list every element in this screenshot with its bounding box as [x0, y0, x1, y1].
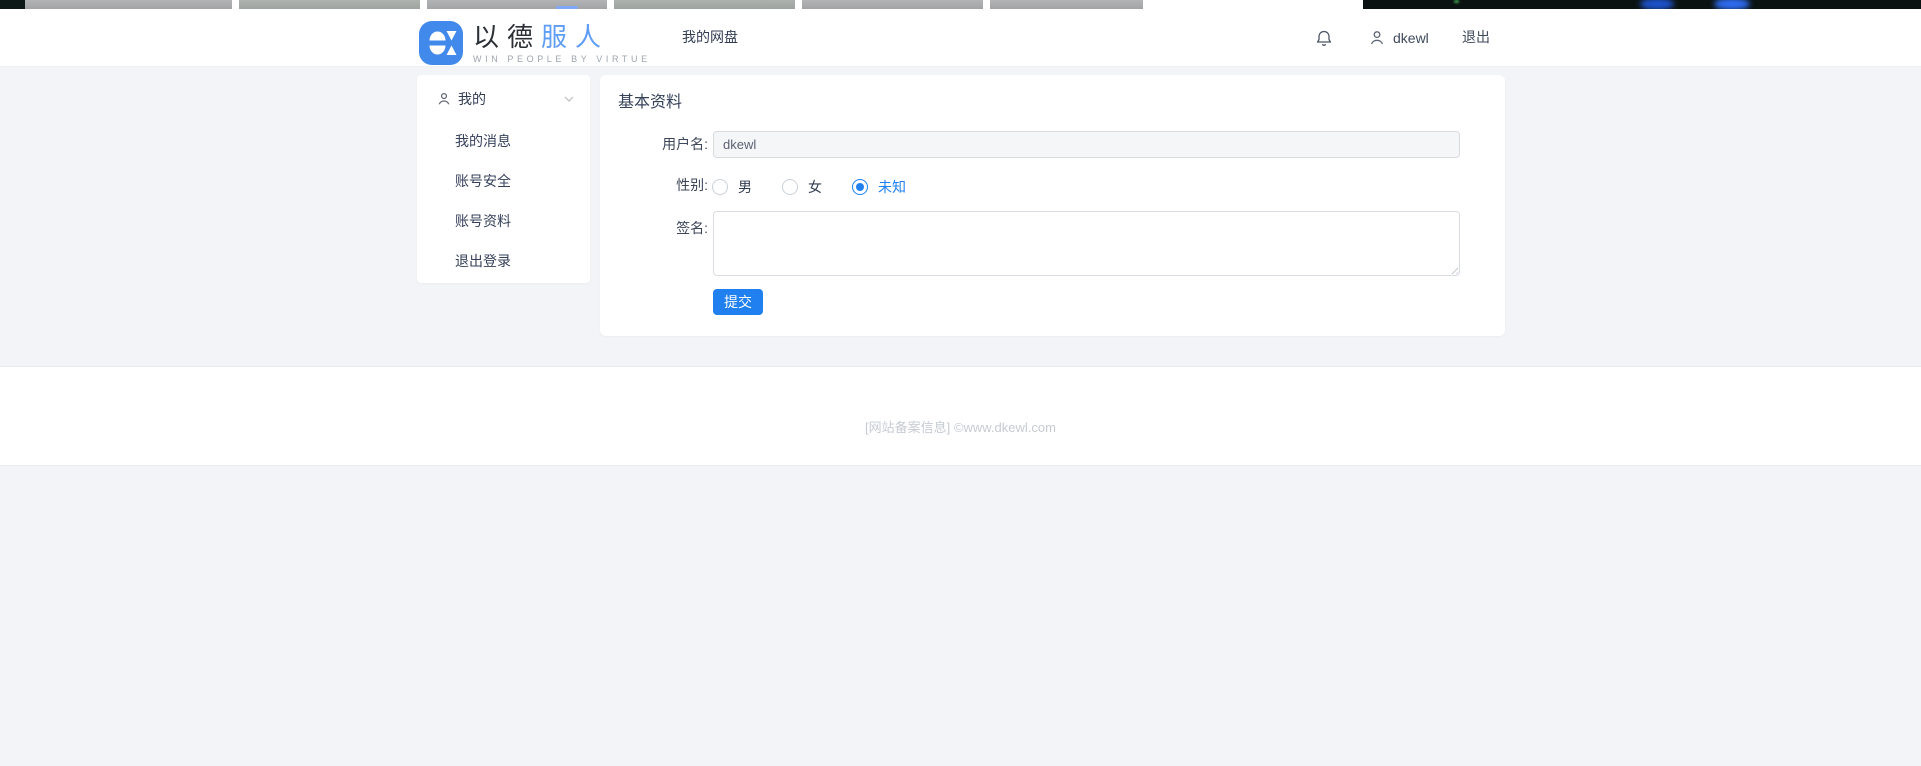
footer-copyright: [网站备案信息] ©www.dkewl.com [865, 417, 1056, 436]
notifications-button[interactable] [1315, 29, 1333, 53]
browser-tab-remnant [802, 0, 983, 9]
blue-glow [1714, 0, 1750, 9]
username-label: dkewl [1393, 30, 1429, 46]
submit-button[interactable]: 提交 [713, 289, 763, 315]
sidebar-item-logout[interactable]: 退出登录 [417, 241, 590, 281]
browser-tab-remnant [427, 0, 607, 9]
radio-icon [852, 179, 868, 195]
signature-wrap [713, 211, 1460, 276]
sidebar-group-my[interactable]: 我的 [417, 77, 590, 121]
logo[interactable]: 以德服人 WIN PEOPLE BY VIRTUE [418, 20, 651, 66]
browser-tab-remnant [614, 0, 795, 9]
signature-row: 签名: [600, 211, 1505, 276]
signature-field-label: 签名: [600, 218, 708, 238]
username-row: 用户名: [600, 131, 1505, 158]
browser-tab-remnant [239, 0, 420, 9]
bell-icon [1315, 29, 1333, 48]
brand-logo-icon [418, 20, 464, 66]
sidebar: 我的 我的消息 账号安全 账号资料 退出登录 [417, 75, 590, 283]
page-bottom-background [0, 465, 1921, 766]
logo-text: 以德服人 WIN PEOPLE BY VIRTUE [473, 20, 651, 66]
radio-icon [782, 179, 798, 195]
blue-glow [1640, 0, 1674, 9]
footer: [网站备案信息] ©www.dkewl.com [0, 366, 1921, 465]
profile-panel: 基本资料 用户名: 性别: 男 女 [600, 75, 1505, 336]
gender-option-label: 男 [738, 177, 752, 197]
gender-option-male[interactable]: 男 [712, 177, 782, 197]
chevron-down-icon [564, 96, 574, 102]
gender-option-label: 未知 [878, 177, 906, 197]
gender-field-label: 性别: [600, 177, 708, 194]
sidebar-item-messages[interactable]: 我的消息 [417, 121, 590, 161]
browser-tab-remnant [990, 0, 1143, 9]
header: 以德服人 WIN PEOPLE BY VIRTUE 我的网盘 dkewl 退出 [0, 9, 1921, 67]
username-field-label: 用户名: [600, 131, 708, 158]
logo-title-blue: 服人 [541, 22, 609, 52]
page: 以德服人 WIN PEOPLE BY VIRTUE 我的网盘 dkewl 退出 [0, 0, 1921, 766]
panel-title: 基本资料 [618, 88, 682, 112]
green-glow-dot [1454, 0, 1459, 3]
username-input[interactable] [713, 131, 1460, 158]
gender-row: 性别: 男 女 未知 [600, 177, 1505, 194]
radio-icon [712, 179, 728, 195]
signature-textarea[interactable] [713, 211, 1460, 276]
sidebar-item-account-security[interactable]: 账号安全 [417, 161, 590, 201]
submit-row: 提交 [713, 289, 763, 315]
content-area: 我的 我的消息 账号安全 账号资料 退出登录 基本资料 用户名: 性别: [0, 67, 1921, 366]
nav-my-drive[interactable]: 我的网盘 [682, 9, 738, 66]
user-icon [1369, 30, 1385, 46]
logo-title-dark: 以德 [473, 22, 541, 52]
gender-option-female[interactable]: 女 [782, 177, 852, 197]
logo-tagline: WIN PEOPLE BY VIRTUE [473, 54, 651, 64]
logo-title: 以德服人 [473, 22, 651, 52]
gender-option-unknown[interactable]: 未知 [852, 177, 922, 197]
logout-link[interactable]: 退出 [1462, 9, 1490, 66]
sidebar-group-label: 我的 [458, 89, 486, 109]
person-icon [437, 92, 451, 106]
browser-tab-remnant [25, 0, 232, 9]
gender-option-label: 女 [808, 177, 822, 197]
window-edge-dark [0, 0, 25, 9]
gender-radio-group: 男 女 未知 [712, 177, 922, 197]
sidebar-item-account-profile[interactable]: 账号资料 [417, 201, 590, 241]
user-menu[interactable]: dkewl [1369, 9, 1429, 66]
background-window-strip [0, 0, 1921, 9]
